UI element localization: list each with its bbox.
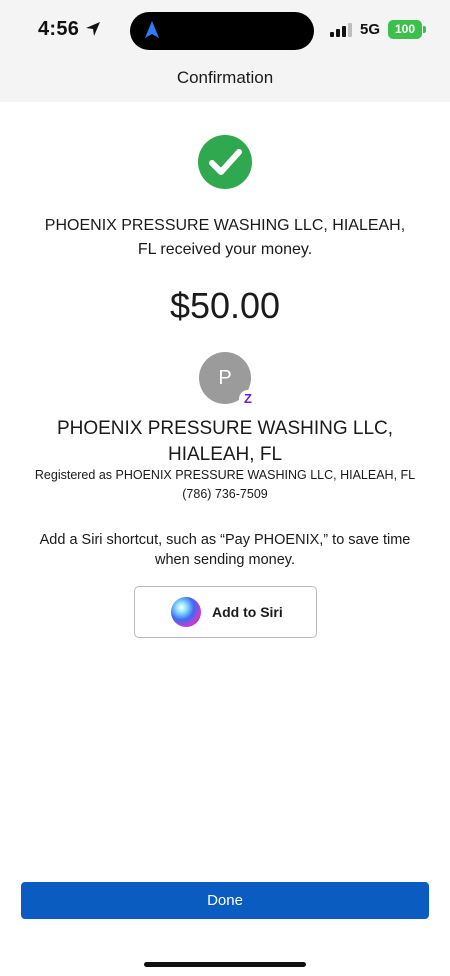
siri-prompt-line1: Add a Siri shortcut, such as “Pay PHOENI… (39, 532, 411, 548)
recipient-name: PHOENIX PRESSURE WASHING LLC, HIALEAH, F… (20, 416, 430, 468)
payment-amount: $50.00 (169, 285, 281, 326)
status-bar: 4:56 5G 100 (0, 0, 450, 62)
dynamic-island (130, 12, 314, 50)
siri-icon (171, 597, 201, 627)
recipient-name-line2: HIALEAH, FL (167, 444, 283, 465)
network-type: 5G (360, 21, 381, 38)
battery-icon: 100 (388, 20, 422, 39)
navigation-arrow-icon (145, 21, 159, 38)
confirmation-message-line1: PHOENIX PRESSURE WASHING LLC, HIALEAH, (44, 217, 406, 234)
add-to-siri-label: Add to Siri (212, 604, 283, 620)
confirmation-message-line2: FL received your money. (137, 241, 313, 258)
recipient-phone: (786) 736-7509 (182, 487, 268, 501)
location-arrow-icon (86, 22, 100, 36)
success-check-icon (198, 135, 252, 189)
siri-prompt-line2: when sending money. (155, 552, 295, 568)
done-button[interactable]: Done (21, 882, 429, 919)
home-indicator (144, 962, 306, 967)
confirmation-message: PHOENIX PRESSURE WASHING LLC, HIALEAH, F… (30, 214, 420, 262)
siri-shortcut-prompt: Add a Siri shortcut, such as “Pay PHOENI… (20, 530, 430, 570)
battery-level: 100 (394, 22, 416, 36)
recipient-name-line1: PHOENIX PRESSURE WASHING LLC, (56, 418, 394, 439)
cellular-signal-icon (330, 23, 352, 37)
page-title: Confirmation (176, 68, 274, 87)
recipient-registered-name: Registered as PHOENIX PRESSURE WASHING L… (34, 468, 416, 482)
add-to-siri-button[interactable]: Add to Siri (134, 586, 317, 638)
battery-cap (423, 26, 426, 33)
status-time: 4:56 (38, 18, 80, 40)
zelle-badge-icon: Z (239, 390, 257, 408)
